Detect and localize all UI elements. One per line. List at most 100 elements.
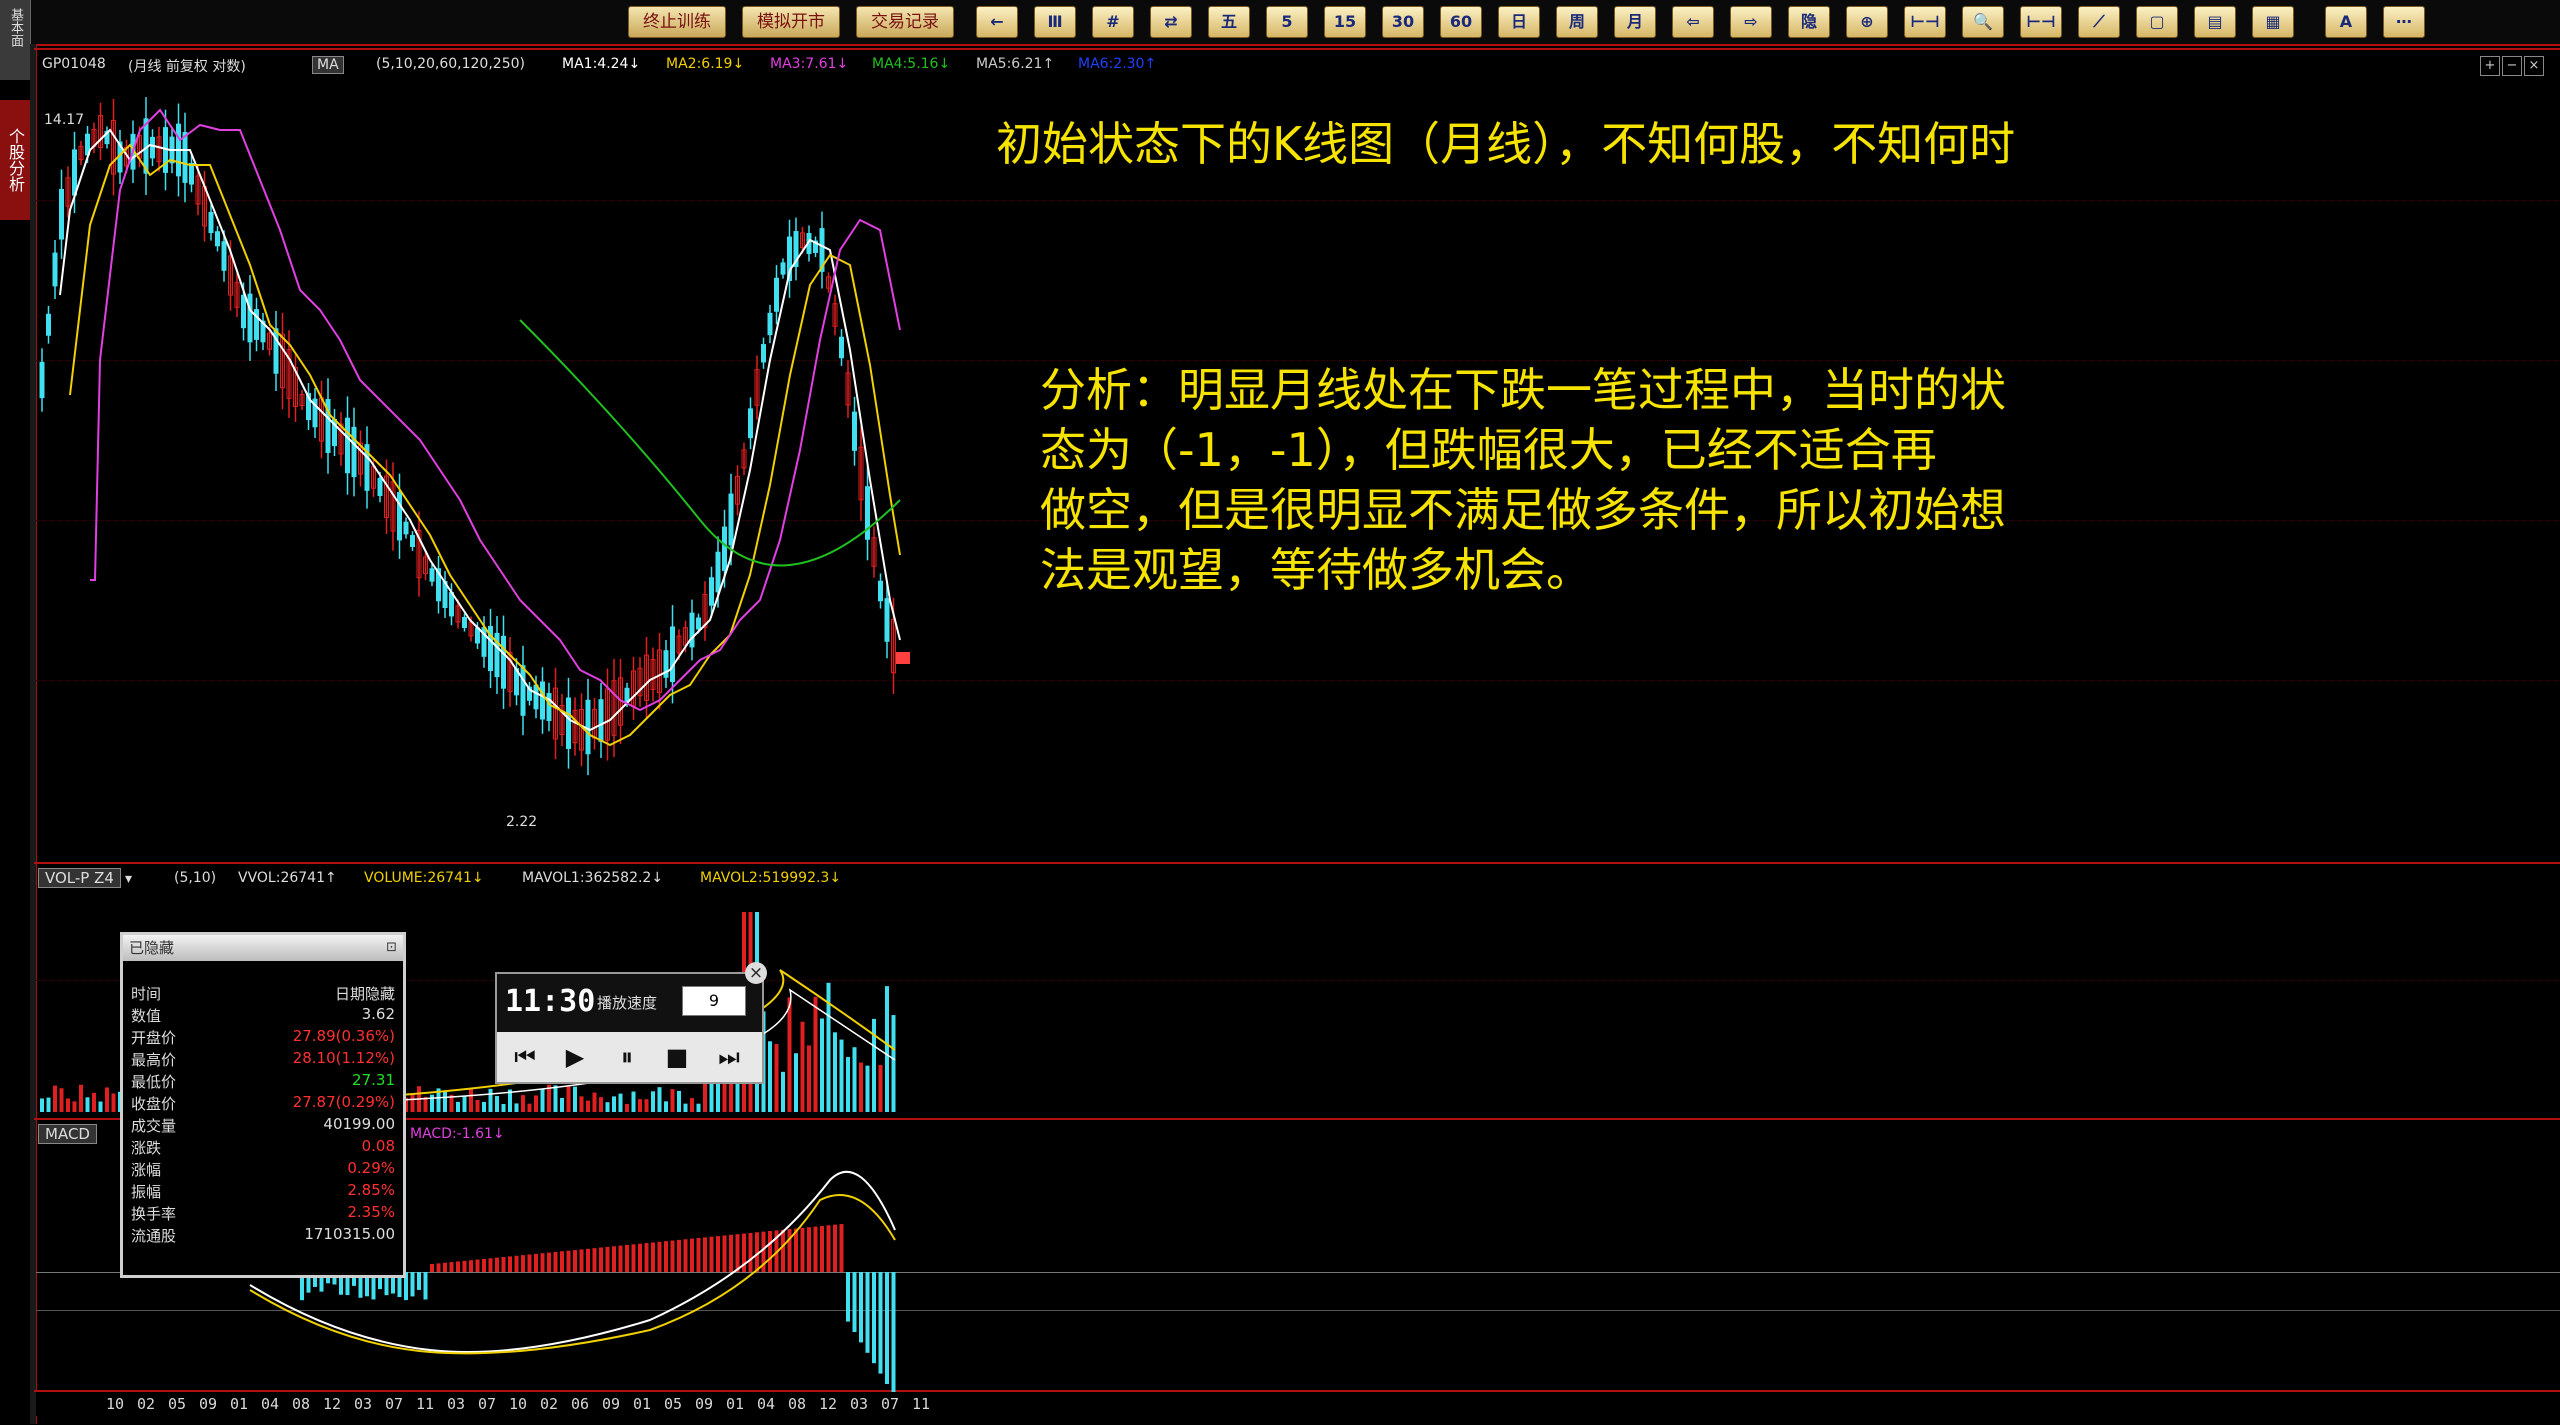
macd-bar — [592, 1248, 597, 1272]
candle-body — [247, 293, 253, 343]
candle-body — [722, 526, 727, 571]
time-axis-label: 09 — [695, 1395, 714, 1413]
macd-value: MACD:-1.61↓ — [410, 1126, 505, 1142]
chevron-down-icon: ▾ — [124, 871, 132, 887]
vol-indicator-select[interactable]: VOL-P Z4 ▾ — [38, 868, 132, 888]
macd-bar — [748, 1232, 753, 1272]
data-window-titlebar[interactable]: 已隐藏 ⊡ — [123, 935, 403, 961]
data-window-value: 28.10(1.12%) — [292, 1049, 395, 1067]
volume-bar — [638, 1099, 642, 1112]
data-window-value: 1710315.00 — [304, 1225, 395, 1243]
annotation-title: 初始状态下的K线图（月线），不知何股，不知何时 — [996, 117, 2016, 171]
macd-bar — [852, 1272, 857, 1332]
skip-back-icon[interactable]: ⏮ — [505, 1040, 545, 1074]
macd-bar — [618, 1245, 623, 1272]
macd-bar — [677, 1239, 681, 1272]
volume-bar — [456, 1101, 460, 1112]
play-icon[interactable]: ▶ — [555, 1040, 595, 1074]
playback-close-icon[interactable]: × — [745, 962, 767, 984]
volume-bar — [774, 1043, 779, 1112]
time-axis-label: 08 — [788, 1395, 807, 1413]
volume-bar — [475, 1099, 480, 1112]
macd-bar — [410, 1272, 415, 1297]
macd-bar — [735, 1234, 740, 1272]
macd-bar — [865, 1272, 870, 1353]
time-axis-label: 10 — [509, 1395, 528, 1413]
macd-bar — [664, 1241, 668, 1272]
volume-bar — [664, 1101, 668, 1112]
macd-bar — [462, 1260, 467, 1272]
speed-input[interactable]: 9 — [682, 986, 746, 1016]
macd-indicator-select[interactable]: MACD — [38, 1124, 97, 1144]
macd-bar — [891, 1272, 896, 1395]
candle-body — [767, 312, 773, 336]
time-axis-label: 08 — [292, 1395, 311, 1413]
data-window-key: 数值 — [131, 1007, 162, 1025]
volume-bar — [573, 1086, 577, 1112]
candle-body — [540, 681, 545, 720]
candle-body — [533, 684, 539, 710]
stop-icon[interactable]: ■ — [657, 1040, 697, 1074]
playback-header: 11:30 播放速度 9 — [497, 974, 762, 1032]
analysis-line-4: 法是观望，等待做多机会。 — [1040, 543, 1592, 597]
macd-bar — [521, 1255, 525, 1272]
macd-bar — [859, 1272, 863, 1343]
candlesticks — [39, 97, 896, 776]
macd-bar — [631, 1244, 636, 1272]
macd-bar — [436, 1263, 441, 1272]
ma-line — [90, 108, 901, 712]
skip-forward-icon[interactable]: ⏭ — [709, 1040, 749, 1074]
volume-bar — [859, 1062, 863, 1112]
volume-bar — [696, 1103, 701, 1112]
volume-bar — [534, 1095, 538, 1112]
time-axis-label: 03 — [447, 1395, 466, 1413]
candle-body — [546, 693, 552, 721]
candle-body — [59, 188, 64, 240]
volume-bar — [443, 1091, 447, 1112]
volume-bar — [599, 1097, 603, 1112]
data-window-value: 日期隐藏 — [334, 985, 395, 1003]
candle-body — [189, 162, 194, 185]
macd-bar — [683, 1239, 688, 1272]
macd-bar — [807, 1227, 811, 1272]
volume-bar — [540, 1088, 545, 1112]
macd-bar — [885, 1272, 889, 1384]
macd-bar — [833, 1224, 837, 1272]
macd-bar — [813, 1226, 818, 1272]
mavol1-value: MAVOL1:362582.2↓ — [522, 870, 664, 886]
volume-bar — [579, 1096, 584, 1112]
time-axis-label: 07 — [881, 1395, 900, 1413]
volume-bar — [878, 1064, 883, 1112]
data-window-row: 数值 3.62 — [131, 1005, 395, 1027]
data-window-row: 换手率 2.35% — [131, 1203, 395, 1225]
candle-body — [624, 687, 630, 703]
volume-bar — [618, 1093, 623, 1112]
analysis-line-2: 态为（-1，-1），但跌幅很大，已经不适合再 — [1040, 423, 1937, 477]
macd-bar — [488, 1258, 493, 1272]
macd-bar — [566, 1250, 571, 1272]
pause-icon[interactable]: ⏸ — [607, 1040, 647, 1074]
macd-indicator-value: MACD — [38, 1124, 97, 1144]
macd-bar — [787, 1229, 792, 1272]
playback-time: 11:30 — [505, 984, 596, 1019]
candle-body — [689, 612, 695, 648]
data-window-row: 振幅 2.85% — [131, 1181, 395, 1203]
macd-bar — [605, 1246, 610, 1272]
data-window-value: 27.89(0.36%) — [292, 1027, 395, 1045]
data-window[interactable]: 已隐藏 ⊡ 时间 日期隐藏 数值 3.62 开盘价 27.89(0.36%) 最高价 28.1… — [120, 932, 406, 1278]
macd-bar — [540, 1253, 545, 1272]
volume-bar — [768, 1041, 772, 1112]
macd-bar — [657, 1241, 662, 1272]
close-icon[interactable]: ⊡ — [386, 935, 397, 961]
volume-bar — [430, 1094, 434, 1112]
volume-bar — [66, 1098, 70, 1112]
macd-bar — [800, 1227, 805, 1272]
data-window-value: 2.35% — [347, 1203, 395, 1221]
macd-bar — [482, 1258, 486, 1272]
data-window-value: 3.62 — [361, 1005, 395, 1023]
macd-bar — [820, 1225, 824, 1272]
volume-bar — [92, 1092, 96, 1112]
candle-body — [345, 417, 350, 474]
data-window-title: 已隐藏 — [129, 939, 175, 957]
data-window-key: 振幅 — [131, 1183, 162, 1201]
